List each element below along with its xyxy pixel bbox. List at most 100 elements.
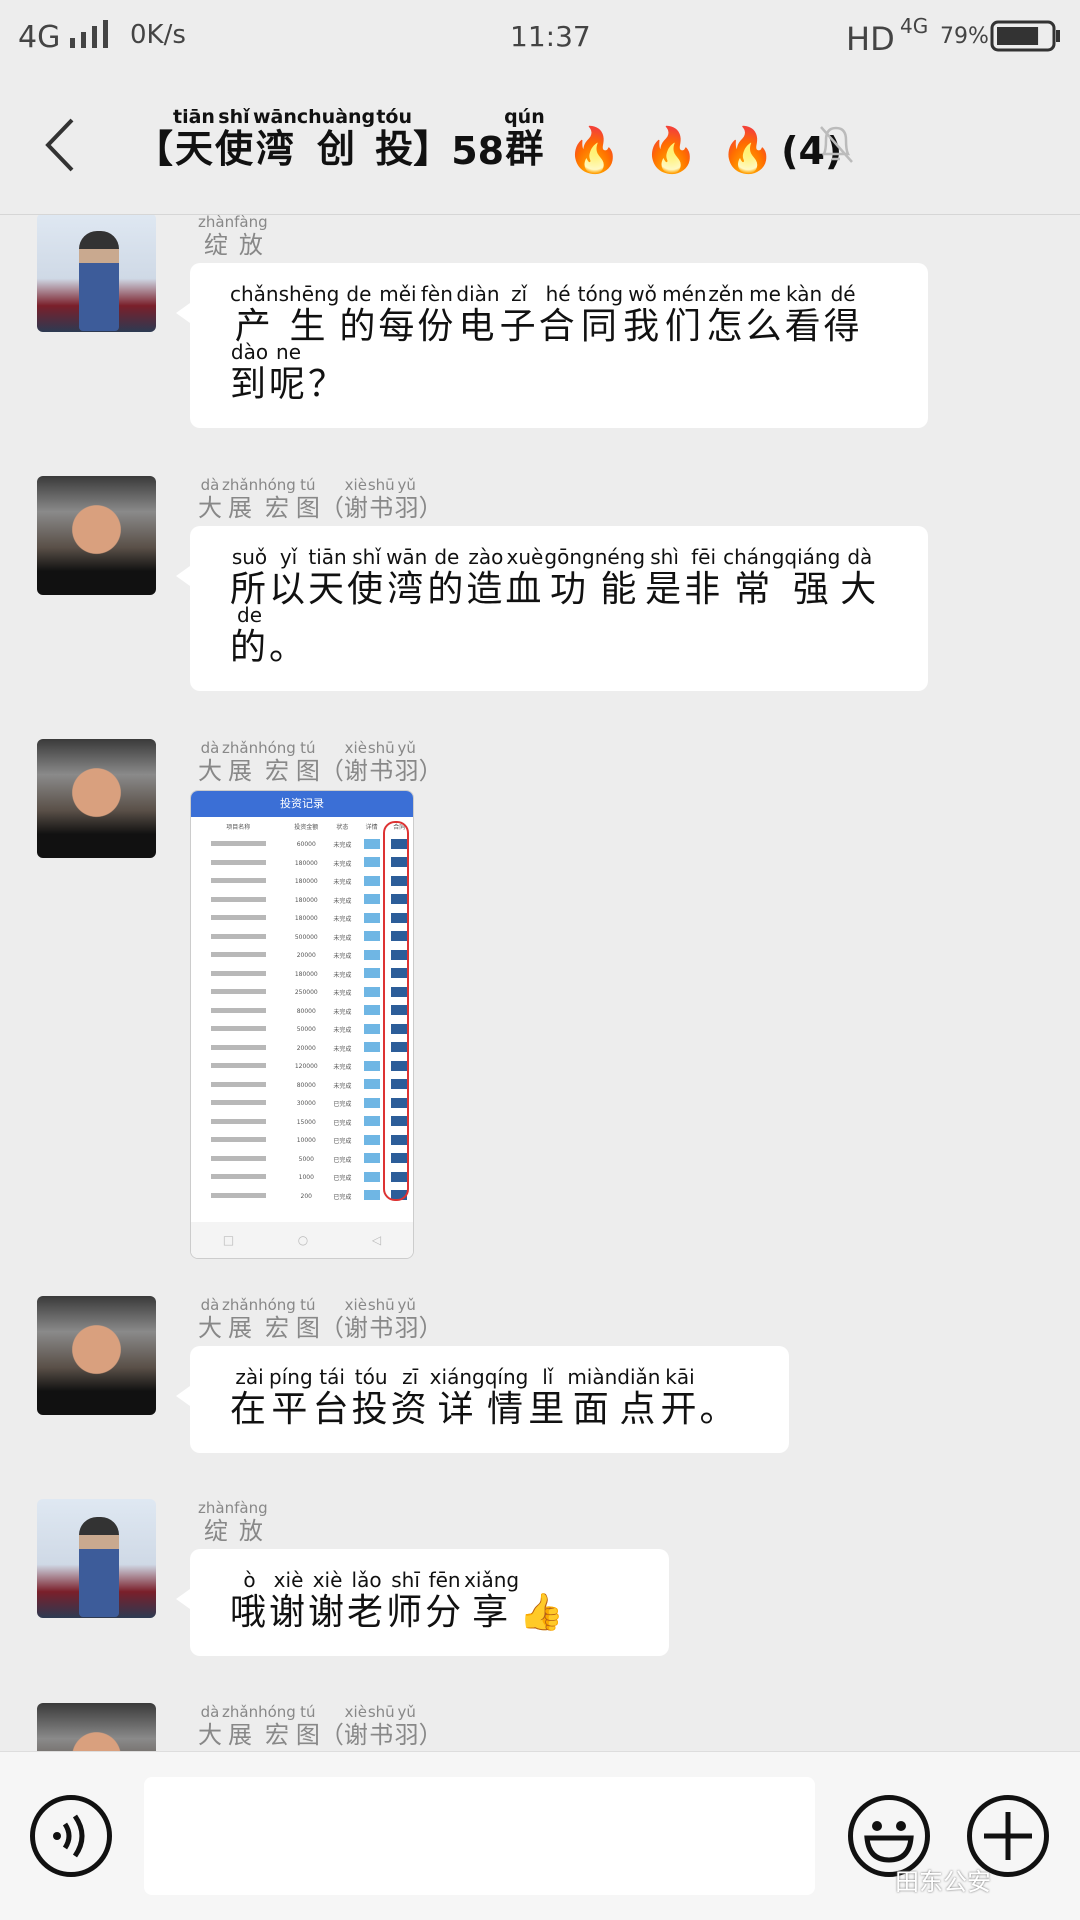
amount: 120000 — [294, 1063, 318, 1071]
hd-indicator: HD — [846, 20, 895, 58]
message-bubble[interactable]: 在zài平píng台tái投tóu资zī详xiáng情qíng里lǐ面miàn点… — [176, 1346, 789, 1454]
avatar[interactable] — [37, 1499, 156, 1618]
message-char-pinyin: shǐ — [347, 545, 387, 569]
name-char: 大dà — [198, 1703, 222, 1749]
message-char: 份fèn — [417, 282, 457, 347]
name-char-pinyin: hóng — [258, 739, 296, 757]
table-row: 60000 未完成 — [191, 836, 413, 855]
blurred-name — [210, 989, 266, 995]
name-char: 谢xiè — [343, 1703, 368, 1749]
message-bubble[interactable]: 哦ò谢xiè谢xiè老lǎo师shī分fēn享xiǎng👍 — [176, 1549, 669, 1657]
blurred-name — [210, 1007, 266, 1013]
message-bubble[interactable]: 所suǒ以yǐ天tiān使shǐ湾wān的de造zào血xuè功gōng能nén… — [176, 526, 928, 692]
detail-button — [358, 984, 386, 1003]
table-row: 180000 未完成 — [191, 854, 413, 873]
message-char: 大dà — [840, 545, 880, 610]
blurred-name — [210, 1118, 266, 1124]
message-char-pinyin: dào — [230, 340, 269, 364]
message-char-pinyin: suǒ — [230, 545, 269, 569]
project-name — [191, 1187, 286, 1206]
message-input[interactable] — [144, 1777, 815, 1895]
project-name — [191, 1076, 286, 1095]
project-name — [191, 891, 286, 910]
project-name — [191, 1169, 286, 1188]
message-char-pinyin: qíng — [484, 1365, 529, 1389]
message-char: 天tiān — [308, 545, 348, 610]
name-char-pinyin: xiè — [343, 1296, 368, 1314]
amount: 200 — [300, 1192, 312, 1200]
detail-badge — [363, 875, 380, 886]
table-row: 20000 未完成 — [191, 1039, 413, 1058]
message-bubble[interactable]: 产chǎn生shēng的de每měi份fèn电diàn子zǐ合hé同tóng我w… — [176, 263, 928, 429]
fire-emoji: 🔥 — [643, 125, 699, 176]
back-button[interactable] — [40, 115, 80, 175]
message-char-pinyin: diàn — [456, 282, 500, 306]
blurred-name — [210, 878, 266, 884]
detail-badge — [363, 1190, 380, 1201]
message-char: 强qiáng — [784, 545, 841, 610]
status: 未完成 — [333, 1064, 352, 1072]
fire-emoji: 🔥 — [720, 125, 776, 176]
status: 已完成 — [333, 1175, 352, 1183]
investment-table: 项目名称 投资金额 状态 详情 合同 60000 未完成 180000 未完成 180000 未完成… — [191, 817, 413, 1206]
amount: 180000 — [294, 859, 318, 867]
name-char-pinyin: dà — [198, 739, 222, 757]
message-char: 在zài — [230, 1365, 270, 1430]
blurred-name — [210, 1100, 266, 1106]
project-name — [191, 984, 286, 1003]
shared-screenshot[interactable]: 投资记录 项目名称 投资金额 状态 详情 合同 60000 未完成 180000 未完成 18000… — [190, 790, 414, 1259]
name-char-pinyin: fàng — [234, 215, 268, 231]
name-char: 羽yǔ — [394, 476, 419, 522]
project-name — [191, 1021, 286, 1040]
detail-badge — [363, 894, 380, 905]
name-char: ） — [419, 757, 443, 785]
column-header: 项目名称 — [226, 823, 251, 831]
message-char: 功gōng — [544, 545, 595, 610]
column-header: 状态 — [336, 823, 349, 831]
message-char: 看kàn — [784, 282, 824, 347]
message-list[interactable]: 绽zhàn放fàng 产chǎn生shēng的de每měi份fèn电diàn子zǐ… — [0, 215, 1080, 1751]
message-char: 面miàn — [567, 1365, 618, 1430]
status: 已完成 — [333, 1119, 352, 1127]
message-char: 开kāi — [660, 1365, 700, 1430]
status: 已完成 — [333, 1138, 352, 1146]
name-char: 羽yǔ — [394, 1703, 419, 1749]
message-char-pinyin: yǐ — [269, 545, 309, 569]
avatar[interactable] — [37, 476, 156, 595]
name-char-pinyin — [320, 1703, 344, 1721]
message-char-pinyin: fēn — [425, 1568, 465, 1592]
avatar[interactable] — [37, 1296, 156, 1415]
avatar[interactable] — [37, 215, 156, 332]
name-char: 谢xiè — [343, 476, 368, 522]
chevron-left-icon — [45, 118, 74, 172]
message-char-pinyin: dà — [840, 545, 880, 569]
table-row: 500000 未完成 — [191, 928, 413, 947]
message-char: 老lǎo — [347, 1568, 387, 1633]
name-char-pinyin: yǔ — [394, 1296, 419, 1314]
voice-button[interactable] — [30, 1795, 112, 1877]
name-char-pinyin — [419, 1296, 443, 1314]
avatar[interactable] — [37, 739, 156, 858]
table-row: 180000 未完成 — [191, 891, 413, 910]
detail-button — [358, 1021, 386, 1040]
project-name — [191, 1095, 286, 1114]
name-char: 图tú — [295, 476, 320, 522]
name-char-pinyin: yǔ — [394, 739, 419, 757]
message-char-pinyin — [699, 1365, 738, 1389]
message-char: 详xiáng — [429, 1365, 485, 1430]
project-name — [191, 1132, 286, 1151]
avatar[interactable] — [37, 1703, 156, 1751]
table-row: 80000 未完成 — [191, 1076, 413, 1095]
project-name — [191, 965, 286, 984]
message-char: 资zī — [390, 1365, 430, 1430]
table-row: 180000 未完成 — [191, 873, 413, 892]
project-name — [191, 1113, 286, 1132]
message-char: 。 — [269, 627, 308, 668]
project-name — [191, 854, 286, 873]
message-char: 师shī — [386, 1568, 426, 1633]
nav-icon: ◁ — [371, 1233, 382, 1247]
detail-badge — [363, 1023, 380, 1034]
amount: 80000 — [296, 1007, 316, 1015]
message-char-pinyin: shēng — [278, 282, 340, 306]
detail-button — [358, 1187, 386, 1206]
